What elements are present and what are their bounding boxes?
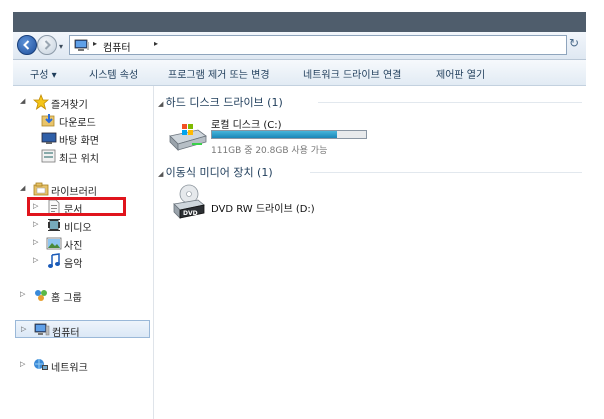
command-toolbar: 구성 ▾ 시스템 속성 프로그램 제거 또는 변경 네트워크 드라이브 연결 제… (13, 60, 586, 86)
pictures-icon (46, 237, 62, 250)
nav-item-recent-places[interactable]: 최근 위치 (13, 147, 153, 165)
nav-favorites[interactable]: ◢ 즐겨찾기 (13, 93, 153, 111)
computer-icon (74, 39, 89, 51)
nav-network[interactable]: ▷ 네트워크 (13, 356, 153, 374)
nav-network-label: 네트워크 (51, 363, 88, 374)
videos-icon (48, 219, 60, 231)
collapsed-triangle-icon[interactable]: ▷ (33, 220, 38, 228)
star-icon (33, 94, 49, 110)
nav-item-label: 바탕 화면 (59, 136, 99, 147)
nav-libraries-label: 라이브러리 (51, 187, 97, 198)
nav-computer[interactable]: ▷ 컴퓨터 (15, 320, 150, 339)
group-divider (318, 102, 582, 103)
nav-favorites-label: 즐겨찾기 (51, 100, 88, 111)
refresh-button[interactable]: ↻ (569, 36, 579, 50)
homegroup-icon (35, 290, 47, 301)
recent-places-icon (41, 149, 56, 163)
drive-free-space: 111GB 중 20.8GB 사용 가능 (211, 146, 328, 156)
hard-drive-icon (169, 124, 207, 151)
collapsed-triangle-icon[interactable]: ▷ (33, 238, 38, 246)
desktop-icon (41, 132, 57, 144)
nav-item-label: 최근 위치 (59, 154, 99, 165)
nav-item-label: 사진 (64, 241, 83, 252)
recent-pages-dropdown[interactable]: ▾ (59, 42, 63, 51)
drive-name: DVD RW 드라이브 (D:) (211, 204, 315, 215)
nav-item-desktop[interactable]: 바탕 화면 (13, 129, 153, 147)
network-icon (34, 359, 48, 370)
group-header-label: 하드 디스크 드라이브 (1) (165, 96, 283, 109)
nav-item-label: 다운로드 (59, 118, 96, 129)
capacity-fill (212, 131, 337, 138)
uninstall-program-button[interactable]: 프로그램 제거 또는 변경 (168, 66, 270, 81)
expanded-triangle-icon[interactable]: ◢ (20, 97, 25, 105)
computer-icon (34, 323, 50, 336)
nav-item-videos[interactable]: ▷ 비디오 (13, 216, 153, 234)
group-divider (310, 172, 582, 173)
breadcrumb-separator[interactable]: ▸ (93, 39, 97, 48)
nav-item-downloads[interactable]: 다운로드 (13, 111, 153, 129)
group-header-label: 이동식 미디어 장치 (1) (165, 166, 273, 179)
back-arrow-icon (23, 40, 30, 50)
libraries-icon (33, 182, 49, 196)
collapsed-triangle-icon[interactable]: ▷ (20, 290, 25, 298)
content-pane: ◢ 하드 디스크 드라이브 (1) 로컬 디스크 (C:) 111GB 중 20… (154, 86, 586, 419)
forward-arrow-icon (44, 40, 51, 50)
navigation-pane: ◢ 즐겨찾기 다운로드 바탕 화면 최근 위치 ◢ 라이브러리 ▷ 문서 ▷ 비… (13, 86, 154, 419)
dvd-drive-icon: DVD (173, 184, 205, 219)
group-header-removable[interactable]: ◢ 이동식 미디어 장치 (1) (158, 164, 273, 180)
nav-item-music[interactable]: ▷ 음악 (13, 252, 153, 270)
organize-menu[interactable]: 구성 ▾ (30, 66, 57, 81)
control-panel-button[interactable]: 제어판 열기 (436, 66, 485, 81)
highlight-box (27, 197, 126, 216)
back-button[interactable] (17, 35, 37, 55)
capacity-bar (211, 130, 367, 139)
window-titlebar[interactable] (13, 12, 586, 32)
drive-name: 로컬 디스크 (C:) (211, 120, 282, 131)
map-network-drive-button[interactable]: 네트워크 드라이브 연결 (303, 66, 401, 81)
collapsed-triangle-icon[interactable]: ▷ (20, 360, 25, 368)
forward-button[interactable] (37, 35, 57, 55)
breadcrumb-computer[interactable]: 컴퓨터 (103, 39, 131, 54)
nav-item-label: 비디오 (64, 223, 92, 234)
download-folder-icon (41, 114, 55, 127)
svg-text:DVD: DVD (183, 210, 198, 217)
breadcrumb-separator[interactable]: ▸ (154, 39, 158, 48)
nav-homegroup[interactable]: ▷ 홈 그룹 (13, 286, 153, 304)
nav-item-label: 음악 (64, 259, 83, 270)
nav-item-pictures[interactable]: ▷ 사진 (13, 234, 153, 252)
collapsed-triangle-icon[interactable]: ▷ (21, 325, 26, 333)
collapsed-triangle-icon[interactable]: ▷ (33, 256, 38, 264)
system-properties-button[interactable]: 시스템 속성 (89, 66, 138, 81)
music-icon (48, 253, 60, 268)
nav-homegroup-label: 홈 그룹 (51, 293, 82, 304)
nav-libraries[interactable]: ◢ 라이브러리 (13, 180, 153, 198)
address-field[interactable]: ▸ 컴퓨터 ▸ ▾ (69, 35, 567, 55)
expanded-triangle-icon: ◢ (158, 100, 166, 108)
nav-computer-label: 컴퓨터 (52, 328, 80, 339)
group-header-hard-disks[interactable]: ◢ 하드 디스크 드라이브 (1) (158, 94, 283, 110)
expanded-triangle-icon[interactable]: ◢ (20, 184, 25, 192)
expanded-triangle-icon: ◢ (158, 170, 166, 178)
address-bar-row: ▾ ▸ 컴퓨터 ▸ ▾ ↻ (13, 32, 586, 60)
